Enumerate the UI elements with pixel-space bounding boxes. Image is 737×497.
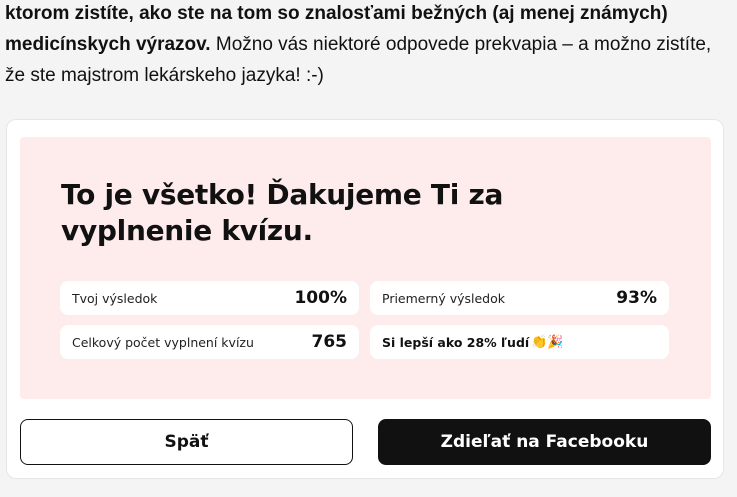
average-score-value: 93% — [616, 288, 657, 308]
clapping-party-icon: 👏🎉 — [531, 334, 564, 349]
your-score-label: Tvoj výsledok — [72, 290, 158, 306]
average-score-label: Priemerný výsledok — [382, 290, 505, 306]
better-than-label: Si lepší ako 28% ľudí — [382, 334, 530, 350]
your-score-stat: Tvoj výsledok 100% — [60, 281, 359, 315]
total-completions-value: 765 — [311, 332, 348, 352]
result-title: To je všetko! Ďakujeme Ti za vyplnenie k… — [61, 178, 504, 247]
share-facebook-button[interactable]: Zdieľať na Facebooku — [378, 419, 711, 465]
intro-text: ktorom zistíte, ako ste na tom so znalos… — [5, 0, 730, 91]
result-panel: To je všetko! Ďakujeme Ti za vyplnenie k… — [20, 137, 711, 399]
better-than-stat: Si lepší ako 28% ľudí 👏🎉 — [370, 325, 669, 359]
your-score-value: 100% — [294, 288, 347, 308]
total-completions-stat: Celkový počet vyplnení kvízu 765 — [60, 325, 359, 359]
back-button[interactable]: Späť — [20, 419, 353, 465]
average-score-stat: Priemerný výsledok 93% — [370, 281, 669, 315]
quiz-result-card: To je všetko! Ďakujeme Ti za vyplnenie k… — [6, 119, 724, 479]
total-completions-label: Celkový počet vyplnení kvízu — [72, 334, 254, 350]
